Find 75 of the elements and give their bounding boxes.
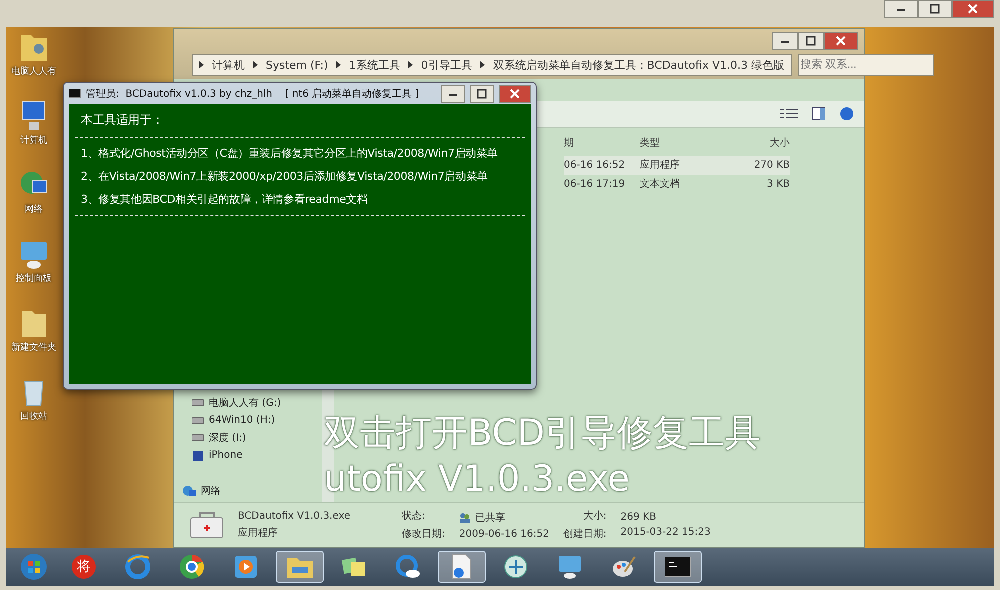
column-header[interactable]: 类型 bbox=[640, 136, 730, 150]
minimize-button[interactable] bbox=[772, 32, 798, 50]
minimize-icon bbox=[896, 6, 906, 12]
close-button[interactable] bbox=[952, 0, 994, 18]
created-label: 创建日期: bbox=[563, 528, 607, 541]
modified-label: 修改日期: bbox=[402, 528, 446, 541]
palette-icon bbox=[611, 554, 637, 580]
view-list-icon[interactable] bbox=[780, 108, 798, 120]
drive-icon bbox=[192, 434, 204, 442]
maximize-button[interactable] bbox=[918, 0, 952, 18]
close-icon bbox=[510, 88, 520, 98]
taskbar-button[interactable]: 将 bbox=[60, 551, 108, 583]
column-header[interactable]: 期 bbox=[564, 136, 640, 150]
maximize-button[interactable] bbox=[798, 32, 824, 50]
drive-icon bbox=[192, 399, 204, 407]
caption-text: 双击打开BCD引导修复工具 bbox=[324, 412, 761, 456]
desktop-icon-label[interactable]: 回收站 bbox=[20, 410, 48, 423]
column-header[interactable]: 大小 bbox=[730, 136, 790, 150]
browser-e-icon bbox=[125, 554, 151, 580]
file-type: 应用程序 bbox=[238, 526, 279, 540]
desktop-icon-label[interactable]: 网络 bbox=[25, 203, 43, 216]
address-bar[interactable]: 计算机 System (F:) 1系统工具 0引导工具 双系统启动菜单自动修复工具：BCDautofix V1.0.3 绿色版 bbox=[192, 54, 792, 76]
caption-text: utofix V1.0.3.exe bbox=[324, 458, 631, 502]
desktop-icon-label[interactable]: 控制面板 bbox=[16, 272, 52, 285]
search-field[interactable]: 搜索 双系... bbox=[798, 54, 934, 76]
maximize-icon bbox=[477, 88, 487, 98]
close-icon bbox=[968, 4, 978, 14]
file-row[interactable]: 06-16 17:19 文本文档 3 KB bbox=[564, 175, 790, 194]
size-label: 大小: bbox=[583, 510, 607, 523]
file-size: 269 KB bbox=[620, 512, 658, 523]
browser-icon bbox=[179, 554, 205, 580]
state-label: 状态: bbox=[402, 510, 426, 523]
desktop-icon-label[interactable]: 电脑人人有 bbox=[12, 65, 56, 78]
file-row[interactable]: 06-16 16:52 应用程序 270 KB bbox=[564, 156, 790, 175]
notes-icon bbox=[341, 555, 367, 579]
maximize-button[interactable] bbox=[470, 84, 494, 102]
window-title: 管理员: BCDautofix v1.0.3 by chz_hlh [ nt6 启动菜单自动修复工具 ] bbox=[86, 88, 420, 100]
close-icon bbox=[836, 36, 846, 46]
app-label: 将 bbox=[72, 555, 96, 579]
file-name: BCDautofix V1.0.3.exe bbox=[238, 510, 352, 522]
folder-icon bbox=[286, 555, 314, 579]
maximize-icon bbox=[806, 36, 816, 46]
maximize-icon bbox=[930, 4, 940, 14]
cloud-icon bbox=[395, 554, 421, 580]
nav-item[interactable]: 网络 bbox=[182, 484, 322, 498]
console-text: 1、格式化/Ghost活动分区（C盘）重装后修复其它分区上的Vista/2008/Win7启动菜单 bbox=[80, 146, 500, 161]
console-text: 2、在Vista/2008/Win7上新装2000/xp/2003后添加修复Vista/2008/Win7启动菜单 bbox=[80, 169, 489, 184]
terminal-icon bbox=[665, 557, 691, 577]
close-button[interactable] bbox=[499, 84, 531, 102]
console-text: 3、修复其他因BCD相关引起的故障，详情参看readme文档 bbox=[80, 192, 369, 207]
drive-icon bbox=[192, 416, 204, 424]
minimize-button[interactable] bbox=[884, 0, 918, 18]
toolbox-icon bbox=[190, 510, 224, 540]
start-orb-icon bbox=[20, 553, 48, 581]
minimize-button[interactable] bbox=[441, 84, 465, 102]
desktop-icon-label[interactable]: 新建文件夹 bbox=[12, 341, 56, 354]
play-icon bbox=[234, 555, 258, 579]
nav-item[interactable]: iPhone bbox=[192, 450, 322, 461]
modified-date: 2009-06-16 16:52 bbox=[459, 528, 550, 540]
nav-item[interactable]: 电脑人人有 (G:) bbox=[192, 396, 322, 410]
terminal-icon bbox=[69, 89, 81, 98]
minimize-icon bbox=[780, 38, 790, 44]
document-icon bbox=[451, 554, 473, 580]
share-state: 已共享 bbox=[475, 512, 506, 524]
control-panel-icon bbox=[557, 554, 583, 580]
desktop-icon-label[interactable]: 计算机 bbox=[20, 134, 48, 147]
created-date: 2015-03-22 15:23 bbox=[620, 527, 711, 538]
taskbar-button[interactable] bbox=[654, 551, 702, 583]
nav-item[interactable]: 64Win10 (H:) bbox=[192, 415, 322, 426]
close-button[interactable] bbox=[824, 32, 858, 50]
phone-icon bbox=[192, 450, 204, 460]
preview-pane-icon[interactable] bbox=[812, 107, 826, 121]
console-text: 本工具适用于： bbox=[80, 112, 165, 129]
users-icon bbox=[459, 512, 472, 522]
nav-item[interactable]: 深度 (I:) bbox=[192, 431, 322, 445]
